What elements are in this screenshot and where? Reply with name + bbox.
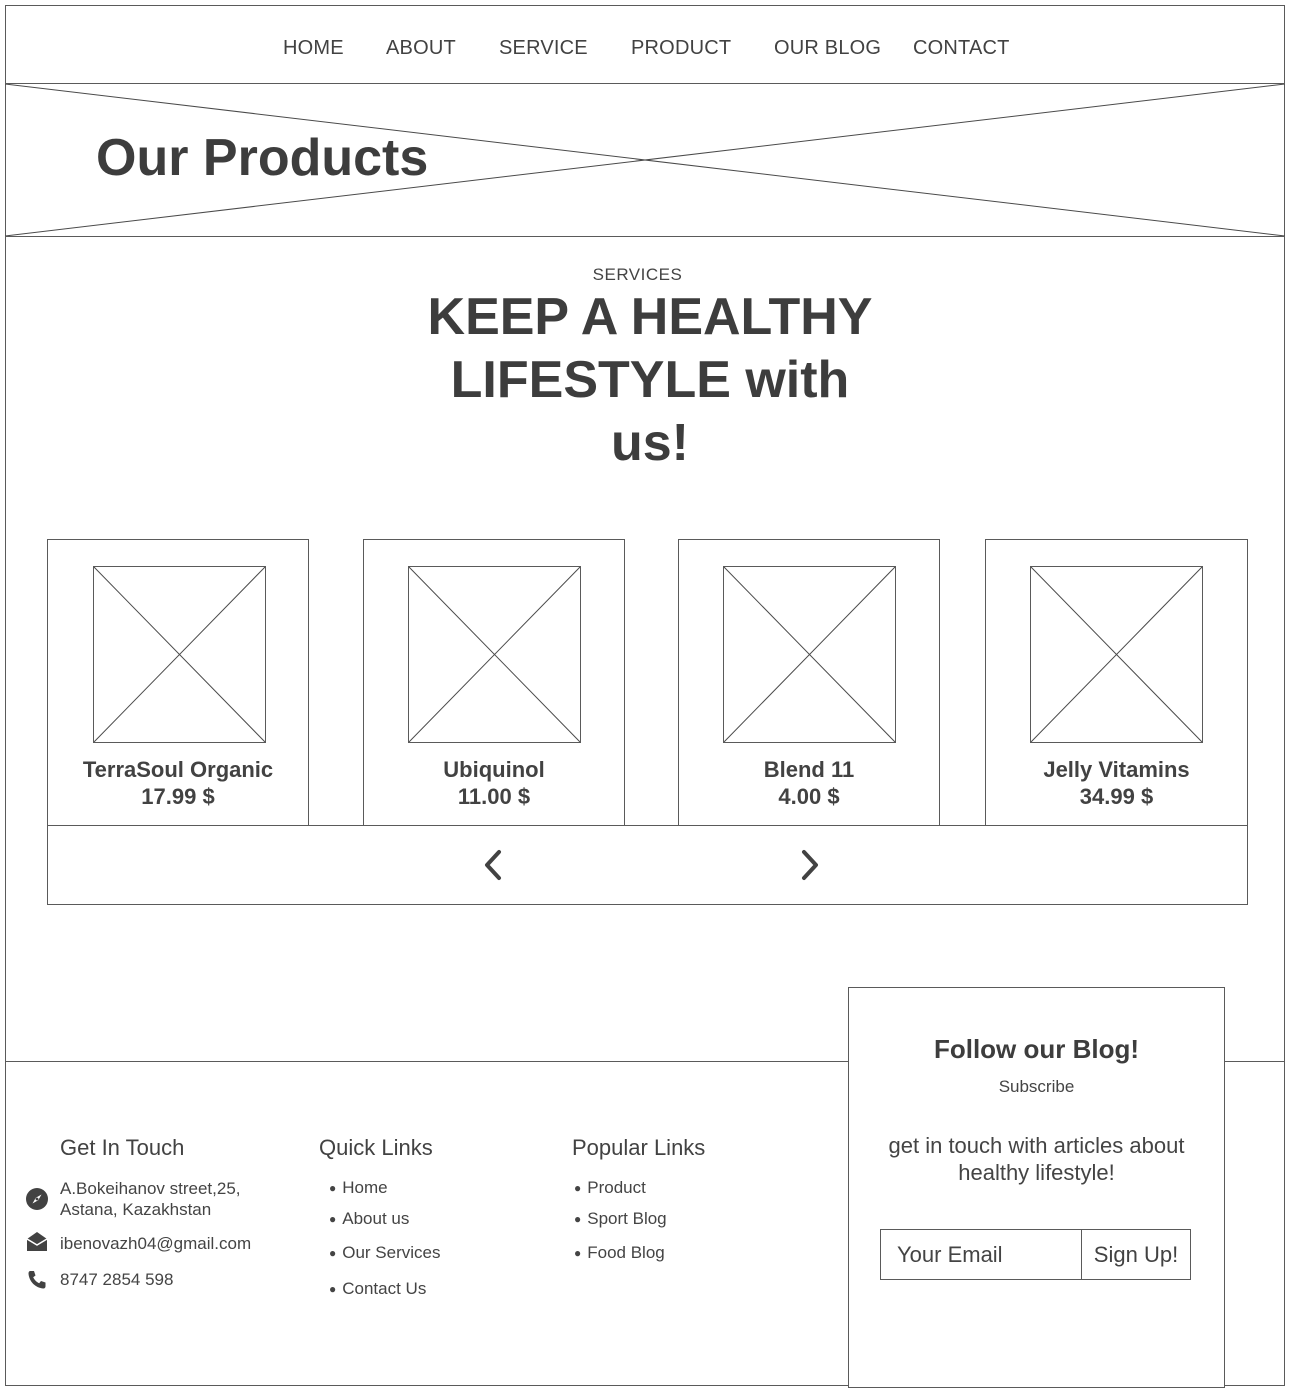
- sign-up-button[interactable]: Sign Up!: [1081, 1229, 1191, 1280]
- product-image-placeholder: [723, 566, 896, 743]
- nav-service[interactable]: SERVICE: [499, 37, 588, 60]
- nav-home[interactable]: HOME: [283, 37, 344, 60]
- contact-phone[interactable]: 8747 2854 598: [60, 1269, 173, 1290]
- carousel-prev-button[interactable]: [476, 847, 512, 883]
- carousel-controls: [47, 825, 1248, 905]
- quick-link-about-us[interactable]: ● About us: [329, 1209, 409, 1229]
- nav-product[interactable]: PRODUCT: [631, 37, 731, 60]
- product-price: 34.99 $: [1079, 784, 1154, 809]
- chevron-left-icon: [485, 850, 501, 880]
- nav-contact[interactable]: CONTACT: [913, 37, 1010, 60]
- product-image-placeholder: [93, 566, 266, 743]
- section-headline: KEEP A HEALTHY LIFESTYLE with us!: [420, 286, 880, 475]
- contact-email[interactable]: ibenovazh04@gmail.com: [60, 1233, 251, 1254]
- compass-icon: [25, 1187, 49, 1211]
- phone-icon: [25, 1268, 49, 1292]
- product-price: 17.99 $: [141, 784, 215, 809]
- headline-line: LIFESTYLE with: [450, 351, 850, 409]
- email-field[interactable]: [880, 1229, 1082, 1280]
- product-image-placeholder: [1030, 566, 1203, 743]
- popular-link-product[interactable]: ● Product: [574, 1178, 646, 1198]
- envelope-open-icon: [25, 1230, 49, 1254]
- section-eyebrow: SERVICES: [592, 265, 683, 284]
- link-label: Product: [587, 1178, 646, 1197]
- nav-about[interactable]: ABOUT: [386, 37, 456, 60]
- quick-link-home[interactable]: ● Home: [329, 1178, 388, 1198]
- product-card[interactable]: Ubiquinol 11.00 $: [363, 539, 625, 826]
- description-line: get in touch with articles about: [888, 1133, 1185, 1158]
- address-line: Astana, Kazakhstan: [60, 1200, 212, 1219]
- address-line: A.Bokeihanov street,25,: [60, 1179, 241, 1198]
- quick-link-contact-us[interactable]: ● Contact Us: [329, 1279, 426, 1299]
- subscribe-label: Subscribe: [998, 1077, 1075, 1096]
- product-card[interactable]: Jelly Vitamins 34.99 $: [985, 539, 1248, 826]
- product-price: 4.00 $: [778, 784, 840, 809]
- link-label: Food Blog: [587, 1243, 665, 1262]
- top-navigation: HOME ABOUT SERVICE PRODUCT OUR BLOG CONT…: [5, 5, 1285, 84]
- product-price: 11.00 $: [457, 784, 531, 809]
- contact-address: A.Bokeihanov street,25, Astana, Kazakhst…: [60, 1178, 241, 1220]
- link-label: Home: [342, 1178, 388, 1197]
- link-label: Sport Blog: [587, 1209, 667, 1228]
- nav-our-blog[interactable]: OUR BLOG: [774, 37, 881, 60]
- popular-link-sport-blog[interactable]: ● Sport Blog: [574, 1209, 667, 1229]
- description-line: healthy lifestyle!: [958, 1160, 1115, 1185]
- popular-links-heading: Popular Links: [572, 1135, 706, 1160]
- subscribe-description: get in touch with articles about healthy…: [869, 1132, 1204, 1186]
- product-name: Jelly Vitamins: [1043, 757, 1190, 782]
- popular-link-food-blog[interactable]: ● Food Blog: [574, 1243, 665, 1263]
- get-in-touch-heading: Get In Touch: [60, 1135, 185, 1160]
- hero-banner: Our Products: [5, 84, 1285, 237]
- headline-line: KEEP A HEALTHY: [427, 288, 873, 346]
- page-title: Our Products: [96, 129, 429, 187]
- subscribe-title: Follow our Blog!: [933, 1034, 1140, 1064]
- link-label: Contact Us: [342, 1279, 427, 1298]
- product-card[interactable]: TerraSoul Organic 17.99 $: [47, 539, 309, 826]
- quick-link-our-services[interactable]: ● Our Services: [329, 1243, 441, 1263]
- carousel-next-button[interactable]: [791, 847, 827, 883]
- chevron-right-icon: [802, 850, 818, 880]
- headline-line: us!: [611, 414, 689, 472]
- product-card[interactable]: Blend 11 4.00 $: [678, 539, 940, 826]
- product-name: Ubiquinol: [443, 757, 545, 782]
- link-label: About us: [342, 1209, 410, 1228]
- quick-links-heading: Quick Links: [319, 1135, 433, 1160]
- subscribe-box: Follow our Blog! Subscribe get in touch …: [848, 987, 1225, 1388]
- product-name: TerraSoul Organic: [82, 757, 274, 782]
- product-name: Blend 11: [763, 757, 855, 782]
- product-image-placeholder: [408, 566, 581, 743]
- link-label: Our Services: [342, 1243, 441, 1262]
